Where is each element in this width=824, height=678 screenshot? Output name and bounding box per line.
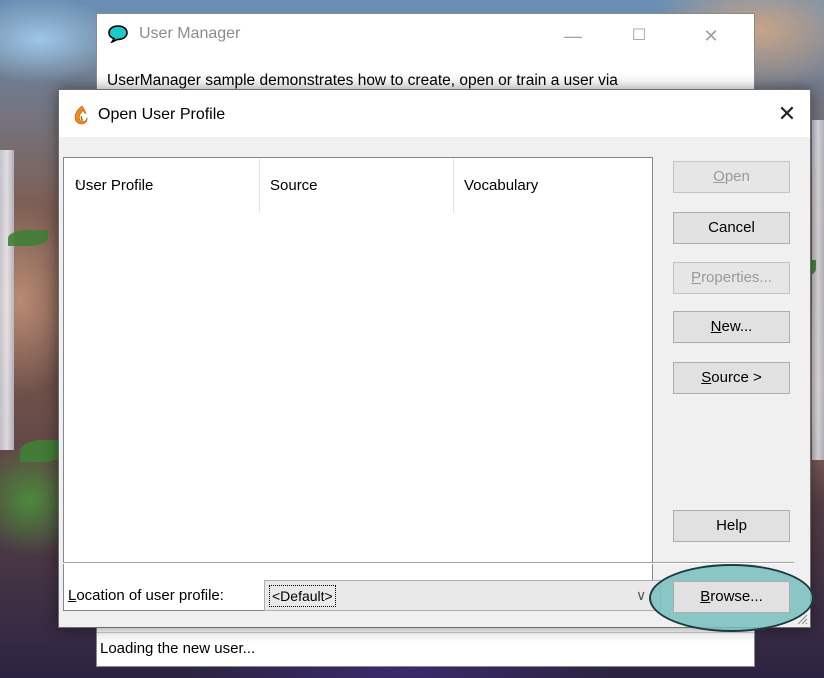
new-button-mnemonic: N bbox=[710, 318, 722, 335]
column-header-vocabulary[interactable]: Vocabulary bbox=[453, 158, 650, 213]
properties-button-label: roperties... bbox=[701, 269, 772, 286]
source-button[interactable]: Source > bbox=[673, 362, 790, 394]
close-button[interactable]: ✕ bbox=[688, 14, 734, 58]
new-button[interactable]: New... bbox=[673, 311, 790, 343]
open-button-mnemonic: O bbox=[713, 168, 725, 185]
column-label: Vocabulary bbox=[464, 177, 539, 194]
user-manager-titlebar[interactable]: User Manager — ☐ ✕ bbox=[97, 14, 754, 58]
user-manager-title: User Manager bbox=[139, 25, 241, 42]
open-user-profile-dialog[interactable]: Open User Profile ✕ ^ User Profile Sourc… bbox=[58, 89, 814, 632]
source-button-label: ource > bbox=[711, 369, 762, 386]
wallpaper-pillar bbox=[812, 120, 824, 460]
column-header-source[interactable]: Source bbox=[259, 158, 454, 213]
help-button[interactable]: Help bbox=[673, 510, 790, 542]
browse-button-mnemonic: B bbox=[700, 588, 711, 605]
location-label-text: ocation of user profile: bbox=[76, 587, 224, 604]
dragon-flame-icon bbox=[74, 105, 88, 125]
properties-button[interactable]: Properties... bbox=[673, 262, 790, 294]
maximize-button[interactable]: ☐ bbox=[616, 14, 662, 58]
speech-bubble-icon bbox=[108, 25, 128, 43]
location-value: <Default> bbox=[269, 585, 336, 607]
wallpaper-pillar bbox=[0, 150, 14, 450]
minimize-button[interactable]: — bbox=[550, 14, 596, 58]
properties-button-mnemonic: P bbox=[691, 269, 702, 286]
browse-button[interactable]: Browse... bbox=[673, 581, 790, 613]
open-button-label: pen bbox=[724, 168, 750, 185]
status-bar: Loading the new user... bbox=[97, 632, 754, 665]
dialog-separator bbox=[63, 562, 794, 564]
browse-button-label: rowse... bbox=[710, 588, 763, 605]
resize-grip-icon[interactable] bbox=[796, 613, 808, 625]
column-label: Source bbox=[270, 177, 318, 194]
user-profile-list[interactable]: ^ User Profile Source Vocabulary bbox=[63, 157, 653, 611]
new-button-label: ew... bbox=[721, 318, 753, 335]
dialog-titlebar[interactable]: Open User Profile ✕ bbox=[59, 90, 810, 137]
dialog-title: Open User Profile bbox=[98, 106, 226, 123]
location-combobox[interactable]: <Default> bbox=[264, 580, 661, 611]
source-button-mnemonic: S bbox=[701, 369, 712, 386]
list-header: ^ User Profile Source Vocabulary bbox=[64, 158, 652, 213]
status-text: Loading the new user... bbox=[100, 640, 256, 657]
location-label: Location of user profile: bbox=[68, 587, 224, 604]
dialog-close-button[interactable]: ✕ bbox=[764, 90, 810, 137]
open-button[interactable]: Open bbox=[673, 161, 790, 193]
cancel-button[interactable]: Cancel bbox=[673, 212, 790, 244]
column-header-user-profile[interactable]: ^ User Profile bbox=[64, 158, 260, 213]
column-label: User Profile bbox=[75, 177, 154, 194]
wallpaper-leaf bbox=[8, 230, 48, 246]
user-manager-description: UserManager sample demonstrates how to c… bbox=[107, 72, 618, 89]
